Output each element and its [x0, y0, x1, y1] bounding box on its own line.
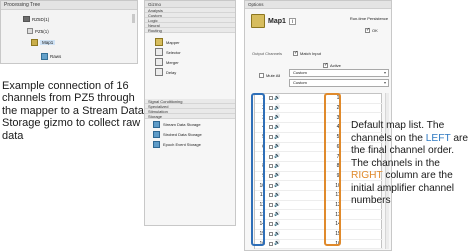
gizmo-selector[interactable]: Selector	[145, 47, 235, 57]
runtime-checkbox[interactable]	[365, 27, 370, 33]
speaker-icon[interactable]: 🔊	[274, 154, 280, 159]
storage-icon	[153, 130, 160, 138]
speaker-icon[interactable]: 🔊	[274, 134, 280, 140]
storage-icon	[153, 140, 160, 148]
gizmo-epoch-event-storage[interactable]: Epoch Event Storage	[145, 139, 235, 149]
gizmo-panel-title: Gizmo	[145, 1, 235, 8]
speaker-icon[interactable]: 🔊	[274, 105, 280, 111]
chevron-down-icon: ▾	[383, 70, 386, 75]
speaker-icon[interactable]: 🔊	[274, 202, 280, 208]
channel-mute-checkbox[interactable]	[269, 144, 273, 149]
right-column-highlight	[324, 93, 341, 246]
delay-icon	[155, 68, 163, 76]
map-header: Map1 i	[251, 14, 296, 28]
gizmo-merger[interactable]: Merger	[145, 57, 235, 67]
storage-icon	[153, 120, 160, 128]
annotation-left: Example connection of 16 channels from P…	[2, 80, 144, 142]
gizmo-panel: Gizmo Analysis Custom Logic Neural Routi…	[144, 0, 236, 226]
channel-mute-checkbox[interactable]	[269, 183, 273, 188]
channel-mute-checkbox[interactable]	[269, 96, 273, 101]
channel-mute-checkbox[interactable]	[269, 125, 273, 130]
storage-icon	[41, 53, 48, 60]
speaker-icon[interactable]: 🔊	[274, 231, 280, 237]
runtime-persistence-toggle[interactable]: OK	[365, 27, 378, 33]
tree-item-raws[interactable]: Raws	[41, 53, 61, 60]
mapper-icon	[155, 38, 163, 46]
speaker-icon[interactable]: 🔊	[274, 221, 280, 227]
right-keyword: RIGHT	[351, 170, 383, 181]
channel-mute-checkbox[interactable]	[269, 115, 273, 120]
map-name: Map1	[268, 17, 286, 25]
speaker-icon[interactable]: 🔊	[274, 212, 280, 217]
left-column-highlight	[251, 93, 265, 246]
channel-mute-checkbox[interactable]	[269, 193, 273, 198]
mute-all-option[interactable]: Mute All	[259, 73, 280, 78]
channel-mute-checkbox[interactable]	[269, 241, 273, 246]
mode-select-1[interactable]: Custom ▾	[289, 69, 389, 77]
active-checkbox[interactable]	[323, 62, 328, 68]
annotation-right: Default map list. The channels on the LE…	[351, 120, 469, 206]
channel-mute-checkbox[interactable]	[269, 232, 273, 237]
channel-mute-checkbox[interactable]	[269, 106, 273, 111]
speaker-icon[interactable]: 🔊	[274, 192, 280, 198]
output-channels-label: Output Channels	[252, 51, 283, 56]
channel-row[interactable]: 14 🔊 14	[255, 220, 383, 230]
options-title: Options	[245, 1, 391, 9]
channel-mute-checkbox[interactable]	[269, 203, 273, 208]
gizmo-strobed-data-storage[interactable]: Strobed Data Storage	[145, 129, 235, 139]
speaker-icon[interactable]: 🔊	[274, 124, 280, 130]
speaker-icon[interactable]: 🔊	[274, 144, 280, 149]
active-option[interactable]: Active	[323, 62, 341, 68]
tree-item-rz5d[interactable]: RZ5D(1)	[23, 16, 49, 22]
match-input-option[interactable]: Match Input	[293, 50, 321, 56]
channel-row[interactable]: 2 🔊 2	[255, 104, 383, 114]
runtime-persistence-label: Run-time Persistence	[349, 16, 389, 21]
tree-scrollbar[interactable]	[132, 14, 135, 23]
merger-icon	[155, 58, 163, 66]
speaker-icon[interactable]: 🔊	[274, 95, 280, 101]
channel-mute-checkbox[interactable]	[269, 154, 273, 159]
device-icon	[27, 28, 33, 34]
mapper-icon	[251, 14, 265, 28]
chevron-down-icon: ▾	[383, 80, 386, 85]
selector-icon	[155, 48, 163, 56]
speaker-icon[interactable]: 🔊	[274, 115, 280, 120]
tree-item-pz5[interactable]: PZ5(1)	[27, 28, 49, 34]
match-input-checkbox[interactable]	[293, 50, 298, 56]
channel-mute-checkbox[interactable]	[269, 164, 273, 169]
processing-tree-panel: Processing Tree RZ5D(1) PZ5(1) Map1 Raws	[0, 0, 138, 64]
edit-name-icon[interactable]: i	[288, 17, 296, 25]
left-keyword: LEFT	[425, 132, 451, 144]
gizmo-stream-data-storage[interactable]: Stream Data Storage	[145, 119, 235, 129]
speaker-icon[interactable]: 🔊	[274, 163, 280, 169]
channel-row[interactable]: 15 🔊 15	[255, 230, 383, 240]
processing-tree-title: Processing Tree	[1, 1, 137, 10]
speaker-icon[interactable]: 🔊	[274, 241, 280, 246]
mapper-icon	[31, 39, 38, 46]
channel-row[interactable]: 13 🔊 13	[255, 210, 383, 221]
channel-row[interactable]: 1 🔊 1	[255, 94, 383, 104]
mode-select-2[interactable]: Custom ▾	[289, 79, 389, 87]
device-icon	[23, 16, 30, 22]
channel-mute-checkbox[interactable]	[269, 222, 273, 227]
speaker-icon[interactable]: 🔊	[274, 183, 280, 188]
channel-mute-checkbox[interactable]	[269, 212, 273, 217]
mute-all-checkbox[interactable]	[259, 73, 264, 78]
channel-row[interactable]: 16 🔊 16	[255, 240, 383, 250]
channel-mute-checkbox[interactable]	[269, 173, 273, 178]
gizmo-mapper[interactable]: Mapper	[145, 37, 235, 47]
channel-mute-checkbox[interactable]	[269, 135, 273, 140]
tree-item-map1[interactable]: Map1	[31, 39, 56, 46]
speaker-icon[interactable]: 🔊	[274, 173, 280, 178]
gizmo-delay[interactable]: Delay	[145, 67, 235, 77]
